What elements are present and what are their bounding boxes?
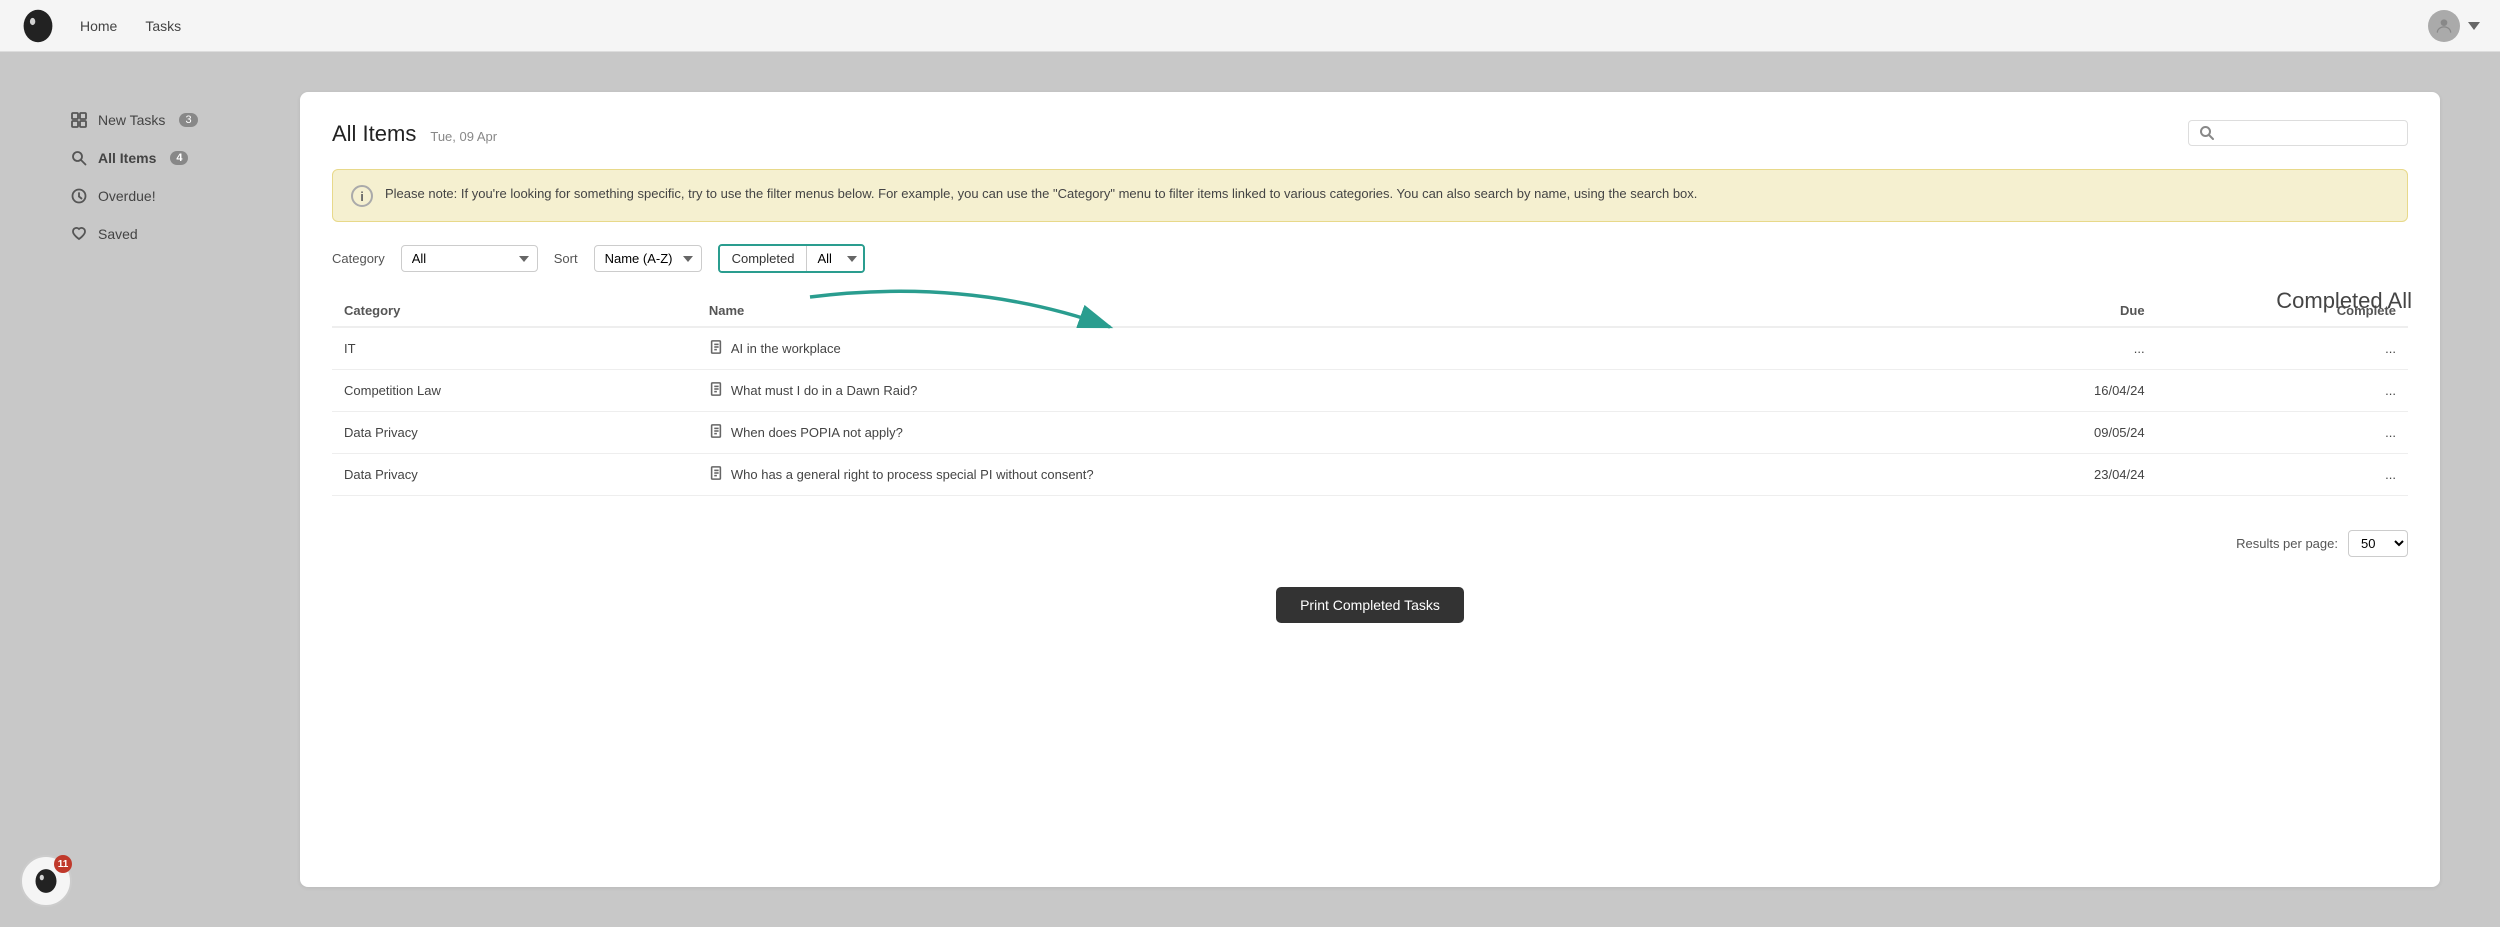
- results-per-page-label: Results per page:: [2236, 536, 2338, 551]
- results-per-page-select[interactable]: 50 25 100: [2348, 530, 2408, 557]
- table-row: IT AI in the workplace ... ...: [332, 327, 2408, 370]
- search-icon: [70, 149, 88, 167]
- sidebar: New Tasks 3 All Items 4 Overdue! Saved: [60, 92, 260, 887]
- main-layout: New Tasks 3 All Items 4 Overdue! Saved: [0, 52, 2500, 927]
- nav-tasks[interactable]: Tasks: [145, 18, 181, 34]
- print-completed-tasks-button[interactable]: Print Completed Tasks: [1276, 587, 1464, 623]
- page-date: Tue, 09 Apr: [430, 129, 497, 144]
- content-footer: Results per page: 50 25 100: [332, 520, 2408, 557]
- app-logo[interactable]: [20, 8, 56, 44]
- sidebar-item-label: New Tasks: [98, 112, 165, 128]
- widget-logo-icon: [32, 867, 60, 895]
- doc-icon: [709, 340, 723, 357]
- cell-due: 16/04/24: [1931, 370, 2156, 412]
- sidebar-item-all-items[interactable]: All Items 4: [60, 140, 260, 176]
- cell-category: Data Privacy: [332, 412, 697, 454]
- col-category: Category: [332, 295, 697, 327]
- cell-due: ...: [1931, 327, 2156, 370]
- col-complete: Complete: [2157, 295, 2408, 327]
- notification-badge: 11: [54, 855, 72, 873]
- grid-icon: [70, 111, 88, 129]
- cell-complete: ...: [2157, 454, 2408, 496]
- clock-icon: [70, 187, 88, 205]
- nav-links: Home Tasks: [80, 18, 181, 34]
- sort-filter-label: Sort: [554, 251, 578, 266]
- col-due: Due: [1931, 295, 2156, 327]
- table-row: Data Privacy When does POPIA not apply? …: [332, 412, 2408, 454]
- items-table: Category Name Due Complete IT: [332, 295, 2408, 496]
- print-button-row: Print Completed Tasks: [332, 587, 2408, 623]
- doc-icon: [709, 466, 723, 483]
- bottom-left-widget[interactable]: 11: [20, 855, 72, 907]
- cell-complete: ...: [2157, 327, 2408, 370]
- doc-icon: [709, 382, 723, 399]
- heart-icon: [70, 225, 88, 243]
- cell-name: AI in the workplace: [697, 327, 1931, 370]
- info-box: i Please note: If you're looking for som…: [332, 169, 2408, 222]
- page-header: All Items Tue, 09 Apr: [332, 120, 2408, 147]
- search-icon: [2199, 125, 2215, 141]
- sidebar-item-saved[interactable]: Saved: [60, 216, 260, 252]
- info-text: Please note: If you're looking for somet…: [385, 184, 1697, 204]
- nav-right: [2428, 10, 2480, 42]
- nav-home[interactable]: Home: [80, 18, 117, 34]
- user-dropdown-icon[interactable]: [2468, 22, 2480, 30]
- page-title: All Items: [332, 121, 416, 147]
- info-icon: i: [351, 185, 373, 207]
- sort-select[interactable]: Name (A-Z) Name (Z-A) Due Date: [594, 245, 702, 272]
- col-name: Name: [697, 295, 1931, 327]
- cell-due: 23/04/24: [1931, 454, 2156, 496]
- table-row: Competition Law What must I do in a Dawn…: [332, 370, 2408, 412]
- cell-name: Who has a general right to process speci…: [697, 454, 1931, 496]
- cell-due: 09/05/24: [1931, 412, 2156, 454]
- content-panel: All Items Tue, 09 Apr i Please note: If …: [300, 92, 2440, 887]
- category-filter-label: Category: [332, 251, 385, 266]
- cell-name: What must I do in a Dawn Raid?: [697, 370, 1931, 412]
- cell-complete: ...: [2157, 370, 2408, 412]
- cell-complete: ...: [2157, 412, 2408, 454]
- table-header-row: Category Name Due Complete: [332, 295, 2408, 327]
- sidebar-item-overdue[interactable]: Overdue!: [60, 178, 260, 214]
- user-avatar[interactable]: [2428, 10, 2460, 42]
- cell-category: Competition Law: [332, 370, 697, 412]
- completed-filter-group: Completed All Yes No: [718, 244, 866, 273]
- doc-icon: [709, 424, 723, 441]
- cell-category: IT: [332, 327, 697, 370]
- sidebar-item-new-tasks[interactable]: New Tasks 3: [60, 102, 260, 138]
- table-row: Data Privacy Who has a general right to …: [332, 454, 2408, 496]
- filter-row: Category All IT Competition Law Data Pri…: [332, 244, 2408, 273]
- completed-filter-label: Completed: [720, 246, 808, 271]
- category-select[interactable]: All IT Competition Law Data Privacy: [401, 245, 538, 272]
- all-items-badge: 4: [170, 151, 188, 165]
- sidebar-item-label: All Items: [98, 150, 156, 166]
- sidebar-item-label: Overdue!: [98, 188, 156, 204]
- cell-category: Data Privacy: [332, 454, 697, 496]
- cell-name: When does POPIA not apply?: [697, 412, 1931, 454]
- new-tasks-badge: 3: [179, 113, 197, 127]
- completed-select[interactable]: All Yes No: [807, 246, 863, 271]
- top-nav: Home Tasks: [0, 0, 2500, 52]
- sidebar-item-label: Saved: [98, 226, 138, 242]
- search-box[interactable]: [2188, 120, 2408, 146]
